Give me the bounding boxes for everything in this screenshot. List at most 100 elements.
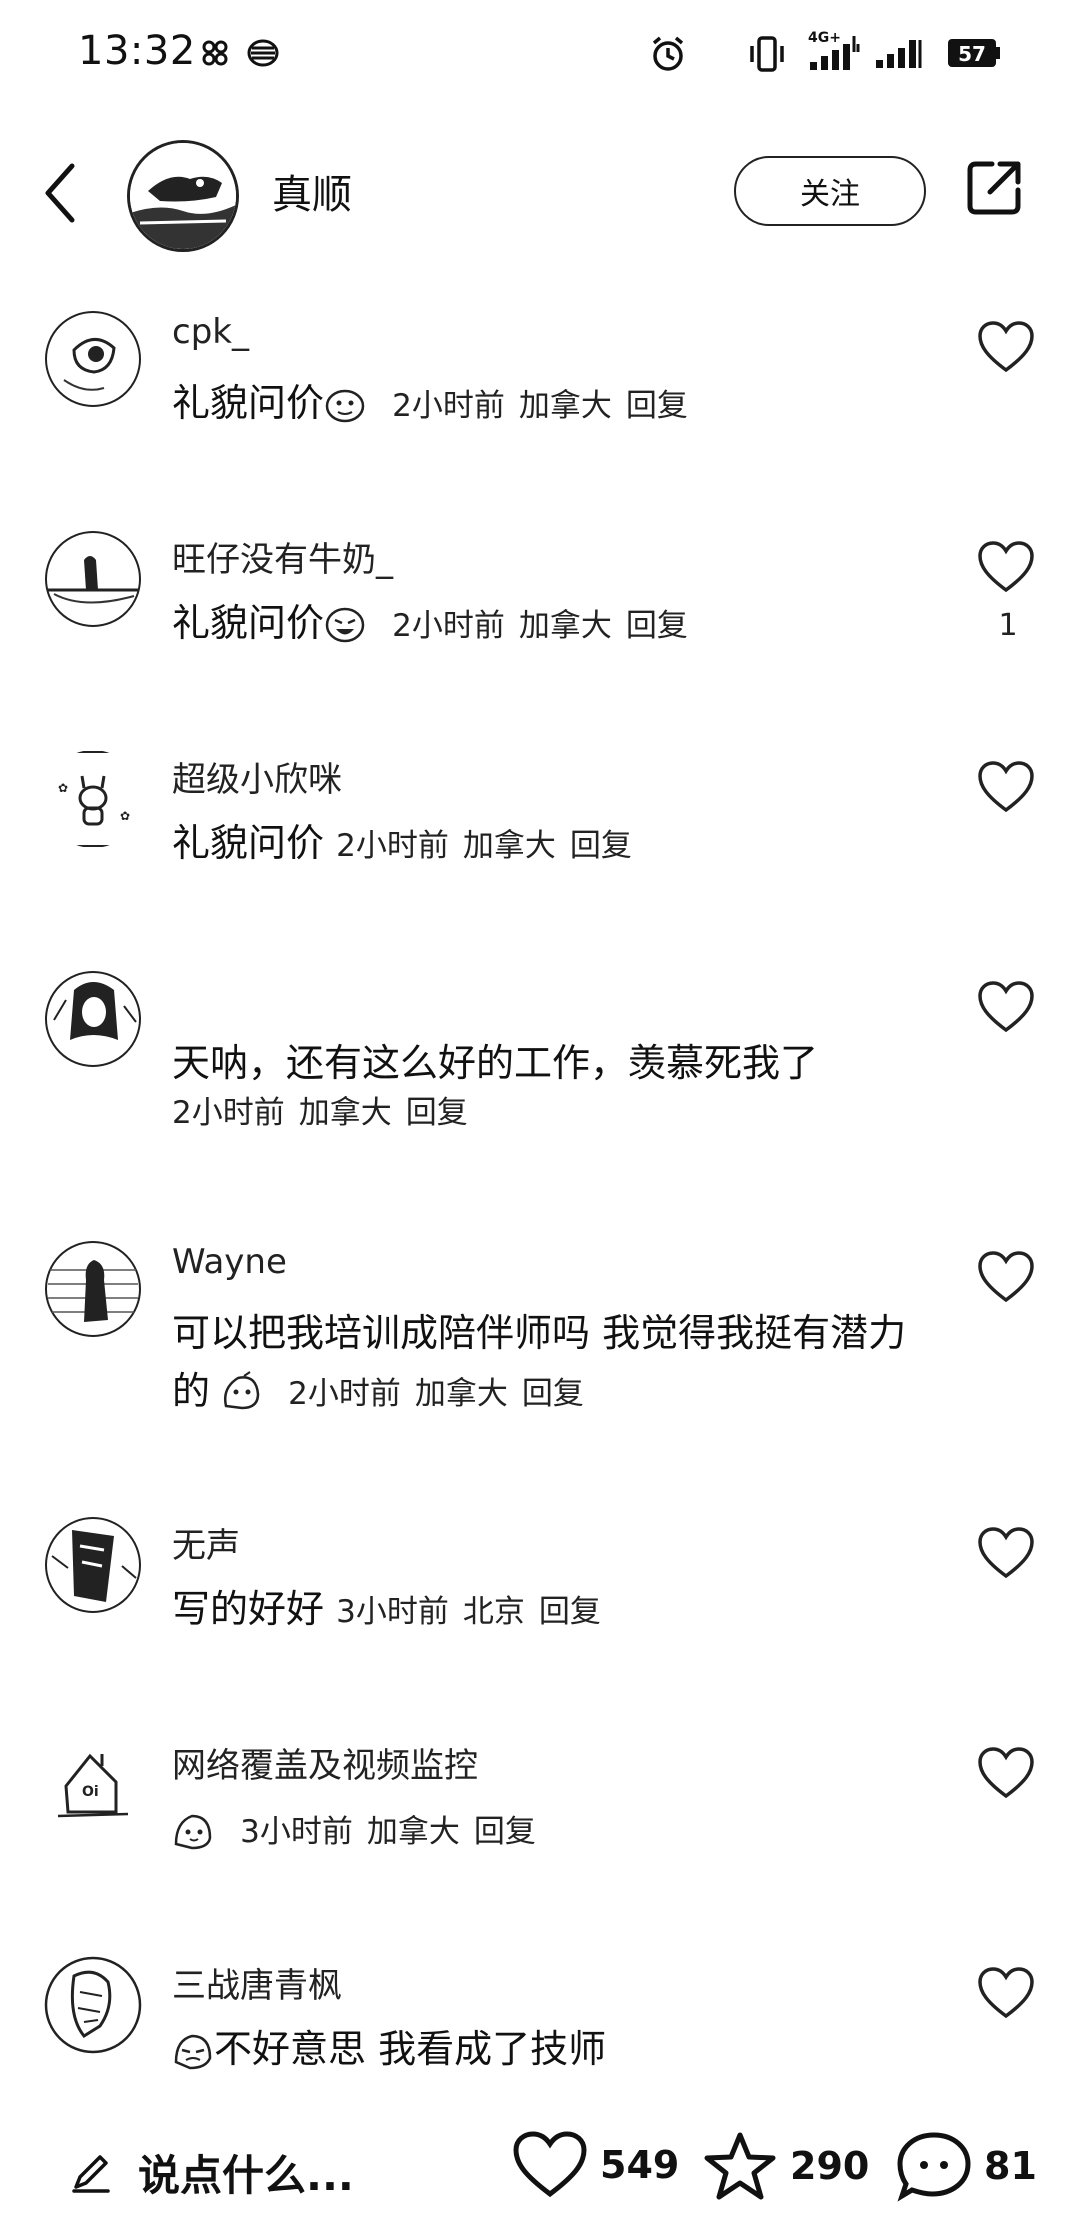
- like-button[interactable]: [977, 760, 1035, 814]
- emoji-icon: [174, 2034, 212, 2070]
- pen-icon: [72, 2155, 110, 2193]
- favorite-count: 290: [790, 2144, 870, 2188]
- alarm-icon: [648, 34, 688, 74]
- like-button[interactable]: [977, 540, 1035, 594]
- chevron-left-icon: [45, 163, 75, 223]
- reply-button[interactable]: 回复: [626, 608, 688, 644]
- comment-location: 加拿大: [518, 388, 612, 424]
- favorite-button[interactable]: 290: [702, 2130, 869, 2202]
- vibrate-icon: [748, 34, 786, 74]
- comment-time: 2小时前: [392, 388, 505, 424]
- like-button[interactable]: [977, 1250, 1035, 1304]
- like-button[interactable]: [977, 1526, 1035, 1580]
- heart-icon: [978, 761, 1034, 813]
- svg-text:✿: ✿: [120, 809, 130, 823]
- like-button[interactable]: [977, 320, 1035, 374]
- comment-location: 加拿大: [462, 828, 556, 864]
- comment-body: 礼貌问价 2小时前 加拿大 回复: [172, 814, 932, 875]
- comment-text: 不好意思 我看成了技师: [214, 2027, 607, 2071]
- comment-meta: 2小时前 加拿大 回复: [172, 1084, 932, 1142]
- heart-icon: [978, 541, 1034, 593]
- back-button[interactable]: [36, 158, 88, 228]
- comment-location: 加拿大: [298, 1095, 392, 1131]
- avatar[interactable]: [44, 1240, 142, 1338]
- comment-username[interactable]: cpk_: [172, 312, 249, 352]
- comment-location: 北京: [462, 1594, 525, 1630]
- comment-location: 加拿大: [518, 608, 612, 644]
- comment-time: 3小时前: [240, 1814, 353, 1850]
- emoji-icon: [224, 1371, 260, 1410]
- reply-button[interactable]: 回复: [570, 828, 632, 864]
- like-count: 1: [998, 608, 1018, 643]
- comment-meta: 3小时前 加拿大 回复: [226, 1814, 536, 1850]
- avatar[interactable]: Oi: [44, 1736, 142, 1834]
- heart-icon: [978, 1527, 1034, 1579]
- svg-text:4G+: 4G+: [808, 30, 841, 46]
- like-button[interactable]: [977, 980, 1035, 1034]
- reply-button[interactable]: 回复: [406, 1095, 468, 1131]
- comment-meta: 2小时前 加拿大 回复: [378, 608, 688, 644]
- svg-text:57: 57: [958, 42, 986, 66]
- comment-time: 2小时前: [172, 1095, 285, 1131]
- avatar[interactable]: [44, 530, 142, 628]
- comments-button[interactable]: 81: [896, 2130, 1037, 2202]
- heart-icon: [978, 1251, 1034, 1303]
- comment-input[interactable]: 说点什么...: [70, 2134, 400, 2210]
- comment-body: 礼貌问价 2小时前 加拿大 回复: [172, 374, 932, 435]
- comment-body: 3小时前 加拿大 回复: [172, 1800, 932, 1861]
- share-button[interactable]: [962, 156, 1026, 220]
- emoji-icon: [325, 389, 365, 423]
- emoji-icon: [174, 1814, 212, 1850]
- reply-button[interactable]: 回复: [474, 1814, 536, 1850]
- author-name[interactable]: 真顺: [272, 162, 352, 220]
- comment-bubble-icon: [897, 2132, 971, 2202]
- follow-button[interactable]: 关注: [734, 156, 926, 226]
- comment-username[interactable]: 超级小欣咪: [172, 752, 342, 801]
- comment-text: 写的好好: [172, 1587, 325, 1631]
- comment-time: 2小时前: [336, 828, 449, 864]
- comment-time: 2小时前: [288, 1376, 401, 1412]
- comment-meta: 2小时前 加拿大 回复: [336, 828, 632, 864]
- avatar[interactable]: [44, 970, 142, 1068]
- comment-time: 3小时前: [336, 1594, 449, 1630]
- status-bar: 13:32 4G+ 57: [0, 0, 1080, 110]
- comment-text: 礼貌问价: [172, 601, 325, 645]
- star-icon: [704, 2132, 776, 2200]
- comment-username[interactable]: 网络覆盖及视频监控: [172, 1738, 478, 1787]
- like-button[interactable]: [977, 1966, 1035, 2020]
- author-avatar[interactable]: [127, 140, 239, 252]
- avatar[interactable]: [44, 310, 142, 408]
- avatar[interactable]: [44, 1956, 142, 2054]
- comment-body: 天呐，还有这么好的工作，羡慕死我了 2小时前 加拿大 回复: [172, 1034, 932, 1142]
- signal-icon: 4G+: [806, 28, 864, 74]
- like-button[interactable]: [977, 1746, 1035, 1800]
- comment-meta: 3小时前 北京 回复: [336, 1594, 601, 1630]
- comment-body: 写的好好 3小时前 北京 回复: [172, 1580, 932, 1641]
- comment-text: 礼貌问价: [172, 821, 325, 865]
- heart-icon: [978, 1967, 1034, 2019]
- status-time: 13:32: [78, 28, 196, 74]
- comment-location: 加拿大: [414, 1376, 508, 1412]
- like-post-button[interactable]: 549: [512, 2130, 679, 2200]
- comment-username[interactable]: 无声: [172, 1518, 240, 1567]
- post-header: 真顺 关注: [0, 130, 1080, 252]
- pinwheel-icon: [200, 38, 230, 68]
- emoji-icon: [325, 607, 365, 643]
- comment-time: 2小时前: [392, 608, 505, 644]
- comment-body: 礼貌问价 2小时前 加拿大 回复: [172, 594, 932, 655]
- heart-icon: [513, 2131, 587, 2198]
- svg-text:Oi: Oi: [82, 1784, 99, 1800]
- bottom-action-bar: 说点什么... 549 290 81: [0, 2112, 1080, 2232]
- reply-button[interactable]: 回复: [522, 1376, 584, 1412]
- comment-username[interactable]: Wayne: [172, 1242, 287, 1282]
- avatar[interactable]: [44, 1516, 142, 1614]
- comment-username[interactable]: 旺仔没有牛奶_: [172, 532, 393, 581]
- comments-page: 13:32 4G+ 57 真顺 关注 cpk_ 礼貌问价 2小时前 加拿大 回复…: [0, 0, 1080, 2240]
- like-count-total: 549: [600, 2143, 680, 2187]
- battery-icon: 57: [946, 36, 1002, 70]
- avatar[interactable]: ✿ ✿: [44, 750, 142, 848]
- reply-button[interactable]: 回复: [539, 1594, 601, 1630]
- comment-username[interactable]: 三战唐青枫: [172, 1958, 342, 2007]
- heart-icon: [978, 981, 1034, 1033]
- reply-button[interactable]: 回复: [626, 388, 688, 424]
